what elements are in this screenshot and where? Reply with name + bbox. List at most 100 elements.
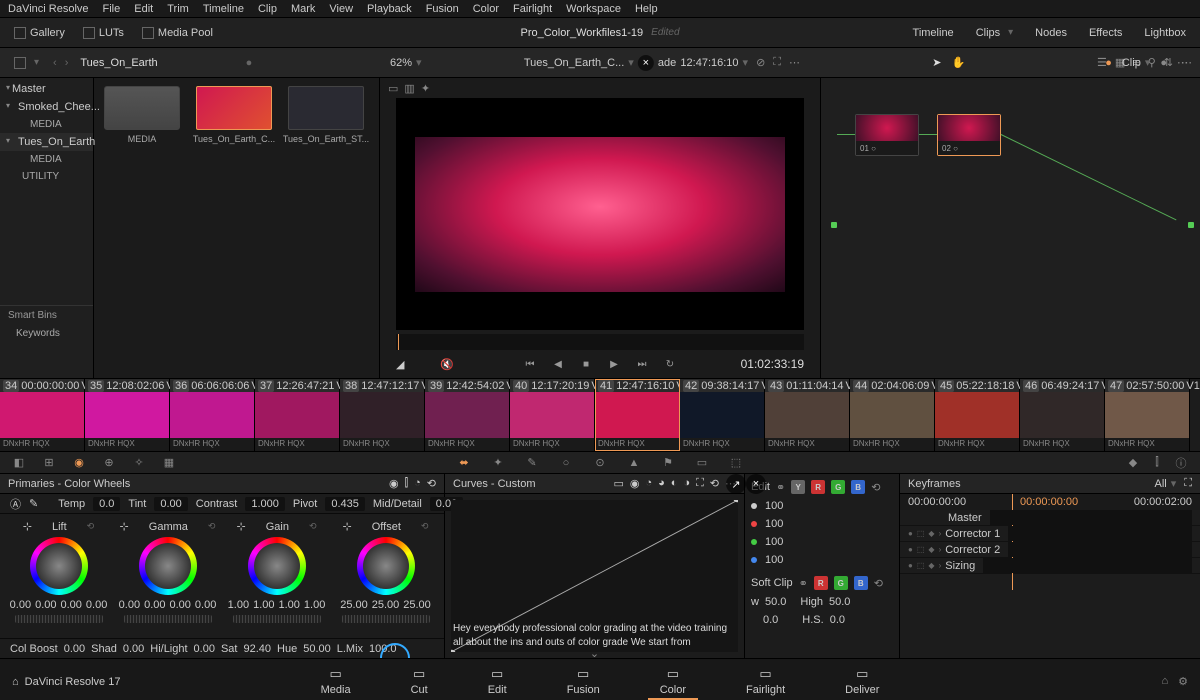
page-fairlight[interactable]: ▭Fairlight — [746, 666, 785, 696]
menu-trim[interactable]: Trim — [167, 3, 189, 15]
blur-icon[interactable]: ▲ — [627, 456, 641, 470]
viewer-tc[interactable]: 12:47:16:10 — [680, 56, 748, 69]
key-icon[interactable]: ⚑ — [661, 456, 675, 470]
thumb-38[interactable]: 3812:47:12:17V1DNxHR HQX — [340, 379, 425, 451]
home-icon[interactable]: ⌂ — [1161, 675, 1168, 688]
contrast-val[interactable]: 1.000 — [245, 497, 285, 511]
kf-all-dropdown[interactable]: All — [1155, 477, 1177, 490]
val-r[interactable]: 100 — [765, 518, 783, 530]
timeline-button[interactable]: Timeline — [907, 25, 960, 41]
pool-item[interactable]: Tues_On_Earth_C... — [194, 86, 274, 144]
node-scope-dropdown[interactable]: Clip — [1122, 56, 1150, 69]
hl-val[interactable]: 0.00 — [194, 643, 215, 655]
thumb-44[interactable]: 4402:04:06:09V1DNxHR HQX — [850, 379, 935, 451]
tree-media1[interactable]: MEDIA — [0, 116, 93, 133]
leftnav6-icon[interactable]: ▦ — [162, 456, 176, 470]
pool-item[interactable]: Tues_On_Earth_ST... — [286, 86, 366, 144]
kf-row[interactable]: ●⬚◆›Corrector 1 — [900, 526, 1200, 542]
info-icon[interactable]: ⓘ — [1174, 456, 1188, 470]
picker-icon[interactable]: ✎ — [29, 497, 38, 510]
log-mode-icon[interactable]: ◔ — [414, 477, 421, 490]
reset-all-icon[interactable]: ⟲ — [427, 477, 436, 490]
wheel-reset[interactable]: ⟲ — [87, 521, 95, 532]
chan-y[interactable]: Y — [791, 480, 805, 494]
thumb-41[interactable]: 4112:47:16:10V1DNxHR HQX — [595, 379, 680, 451]
split-icon[interactable]: ▥ — [404, 82, 414, 95]
mediapool-button[interactable]: Media Pool — [136, 25, 219, 41]
page-media[interactable]: ▭Media — [321, 666, 351, 696]
thumb-47[interactable]: 4702:57:50:00V1DNxHR HQX — [1105, 379, 1190, 451]
mix-val[interactable]: 100.0 — [369, 643, 397, 655]
unmute-icon[interactable]: 🔇 — [440, 358, 454, 371]
thumb-42[interactable]: 4209:38:14:17V1DNxHR HQX — [680, 379, 765, 451]
thumb-35[interactable]: 3512:08:02:06V1DNxHR HQX — [85, 379, 170, 451]
wheel-picker[interactable]: ⊹ — [23, 520, 32, 533]
menu-view[interactable]: View — [329, 3, 353, 15]
chan-b[interactable]: B — [851, 480, 865, 494]
menu-edit[interactable]: Edit — [134, 3, 153, 15]
leftnav1-icon[interactable]: ◧ — [12, 456, 26, 470]
thumb-46[interactable]: 4606:49:24:17V1DNxHR HQX — [1020, 379, 1105, 451]
menu-help[interactable]: Help — [635, 3, 658, 15]
kf-tool-icon[interactable]: ◆ — [1126, 456, 1140, 470]
link-icon[interactable]: ⚭ — [776, 481, 785, 494]
hs-val[interactable]: 0.0 — [830, 614, 845, 626]
thumb-40[interactable]: 4012:17:20:19V1DNxHR HQX — [510, 379, 595, 451]
node-output[interactable] — [1188, 222, 1194, 228]
color-wheel[interactable] — [357, 537, 415, 595]
clips-button[interactable]: Clips — [970, 25, 1019, 41]
next-clip-icon[interactable]: ⏭ — [635, 357, 649, 371]
close-sub-icon[interactable]: × — [746, 474, 766, 494]
thumb-45[interactable]: 4505:22:18:18V1DNxHR HQX — [935, 379, 1020, 451]
warper-icon[interactable]: ✦ — [491, 456, 505, 470]
close-overlay-icon[interactable]: × — [638, 55, 654, 71]
kf-expand-icon[interactable]: ⛶ — [1184, 477, 1192, 490]
menu-fairlight[interactable]: Fairlight — [513, 3, 552, 15]
menu-fusion[interactable]: Fusion — [426, 3, 459, 15]
kf-row[interactable]: ●⬚◆›Sizing — [900, 558, 1200, 574]
wheel-picker[interactable]: ⊹ — [120, 520, 129, 533]
wheel-slider[interactable] — [124, 615, 212, 623]
shad-val[interactable]: 0.00 — [123, 643, 144, 655]
wheel-reset[interactable]: ⟲ — [309, 521, 317, 532]
high-val[interactable]: 50.0 — [829, 596, 850, 608]
qualifier-icon[interactable]: ✎ — [525, 456, 539, 470]
tree-smoked[interactable]: Smoked_Chee... — [0, 98, 93, 116]
nav-back-icon[interactable]: ‹ — [53, 57, 57, 69]
window-icon[interactable]: ○ — [559, 456, 573, 470]
tint-val[interactable]: 0.00 — [154, 497, 187, 511]
node-02[interactable]: 02 ○ — [937, 114, 1001, 156]
gear-icon[interactable]: ⚙ — [1178, 675, 1188, 688]
pointer-icon[interactable]: ➤ — [932, 56, 941, 69]
page-deliver[interactable]: ▭Deliver — [845, 666, 879, 696]
link2-icon[interactable]: ⚭ — [799, 577, 808, 590]
colboost-val[interactable]: 0.00 — [64, 643, 85, 655]
pivot-val[interactable]: 0.435 — [325, 497, 365, 511]
pool-item[interactable]: MEDIA — [102, 86, 182, 144]
sc-reset-icon[interactable]: ⟲ — [874, 577, 883, 590]
wheel-slider[interactable] — [342, 615, 430, 623]
stop-icon[interactable]: ■ — [579, 357, 593, 371]
menu-workspace[interactable]: Workspace — [566, 3, 621, 15]
val-g[interactable]: 100 — [765, 536, 783, 548]
edit-reset-icon[interactable]: ⟲ — [871, 481, 880, 494]
tree-tues[interactable]: Tues_On_Earth — [0, 133, 93, 151]
curve-reset-icon[interactable]: ⟲ — [710, 477, 719, 490]
page-fusion[interactable]: ▭Fusion — [567, 666, 600, 696]
scopes-icon[interactable]: ⫿ — [1150, 456, 1164, 470]
gallery-button[interactable]: Gallery — [8, 25, 71, 41]
curve-exp-icon[interactable]: ⛶ — [696, 477, 704, 490]
leftnav2-icon[interactable]: ⊞ — [42, 456, 56, 470]
image-wipe-icon[interactable]: ▭ — [388, 82, 398, 95]
wheel-reset[interactable]: ⟲ — [421, 521, 429, 532]
wheel-picker[interactable]: ⊹ — [343, 520, 352, 533]
temp-val[interactable]: 0.0 — [93, 497, 120, 511]
tree-media2[interactable]: MEDIA — [0, 151, 93, 168]
zoom-dropdown[interactable]: 62% — [390, 56, 422, 69]
effects-button[interactable]: Effects — [1083, 25, 1128, 41]
low-val[interactable]: 50.0 — [765, 596, 786, 608]
node-01[interactable]: 01 ○ — [855, 114, 919, 156]
nodes-button[interactable]: Nodes — [1029, 25, 1073, 41]
val-y[interactable]: 100 — [765, 500, 783, 512]
menu-timeline[interactable]: Timeline — [203, 3, 244, 15]
